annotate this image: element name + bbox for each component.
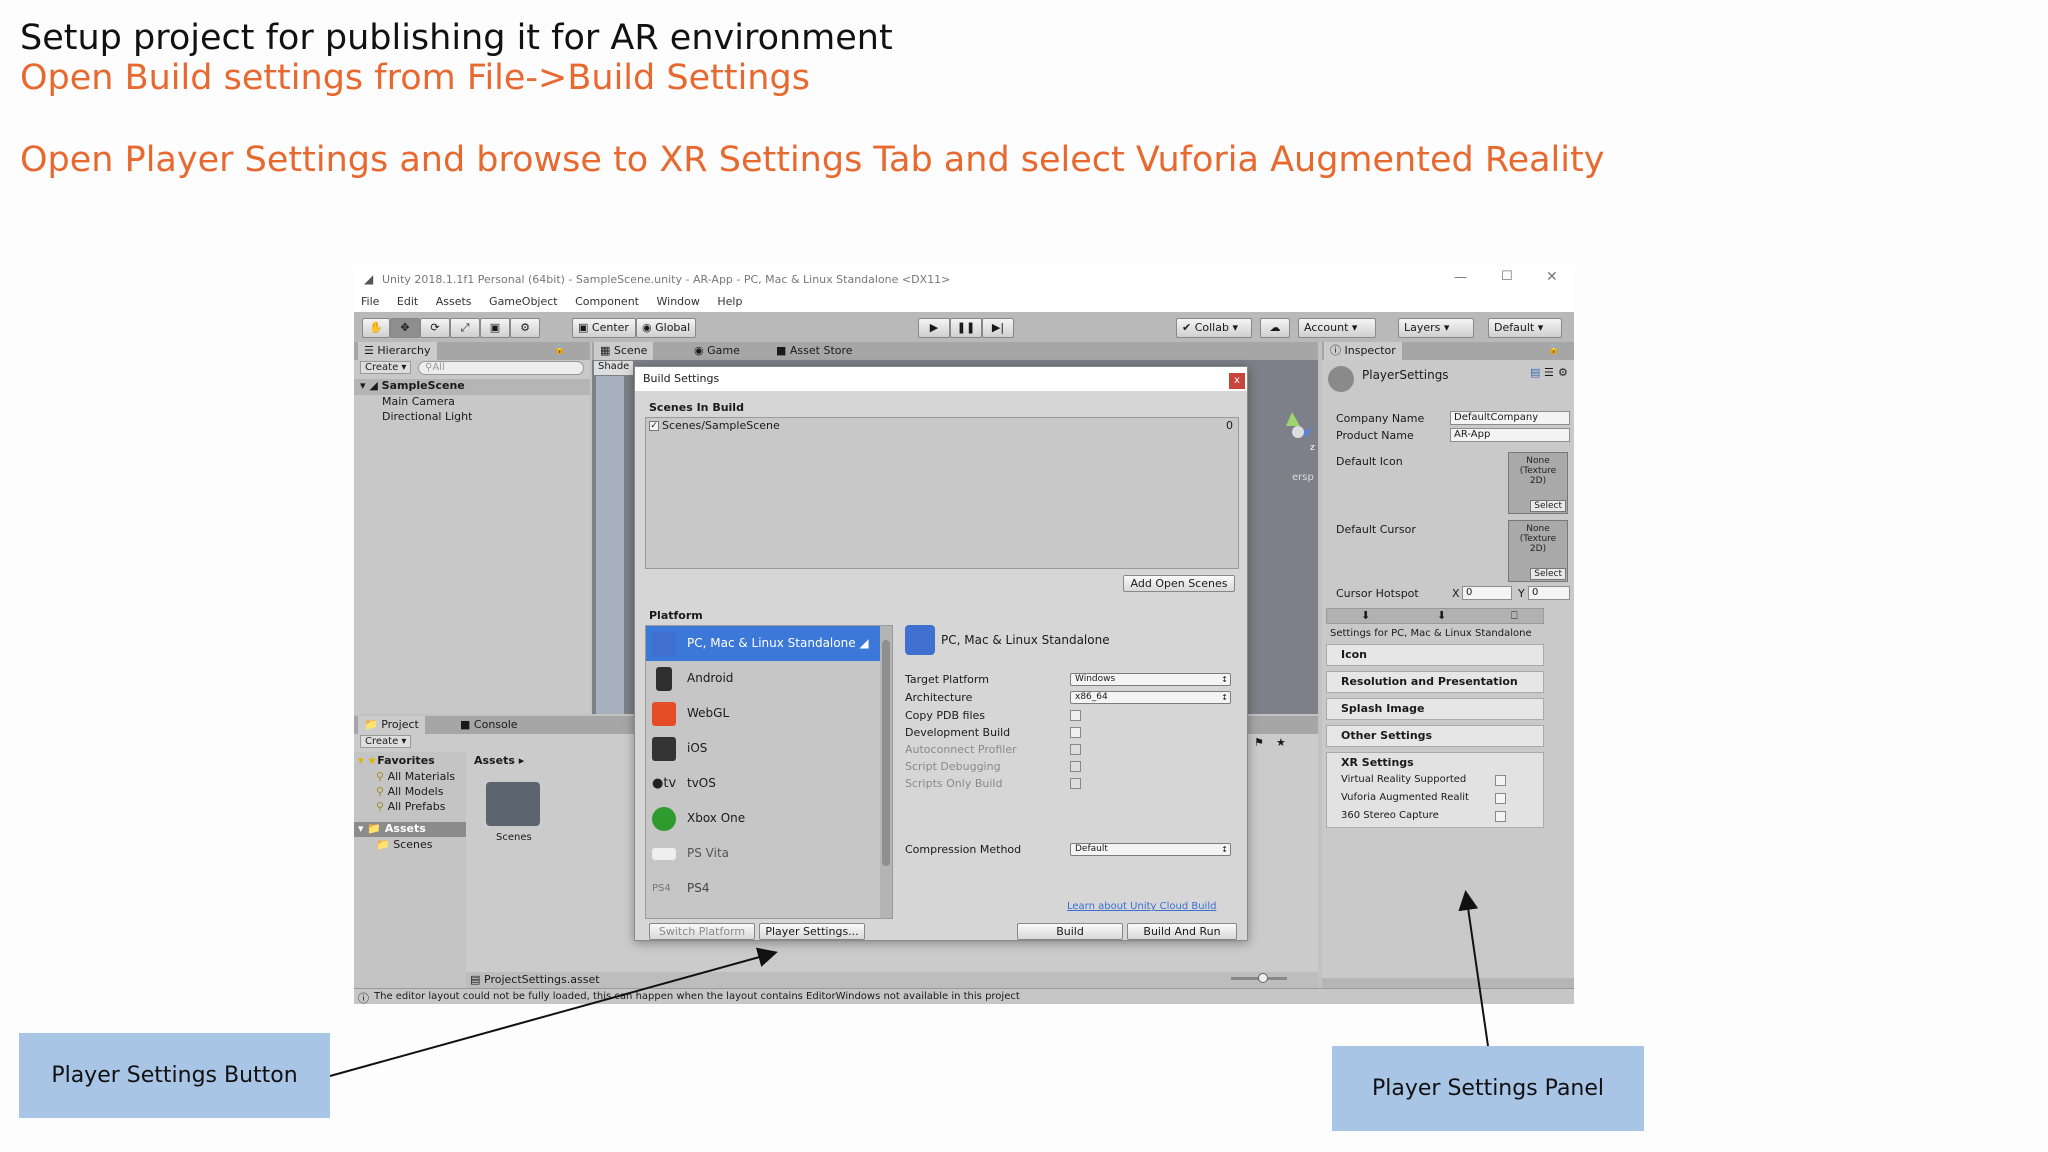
arrow-to-player-settings-panel [1458, 890, 1489, 1047]
callout-player-settings-panel: Player Settings Panel [1332, 1046, 1644, 1131]
callout-player-settings-button: Player Settings Button [19, 1033, 330, 1118]
arrow-to-player-settings-button [329, 947, 778, 1077]
annotation-arrows [329, 890, 1489, 1077]
